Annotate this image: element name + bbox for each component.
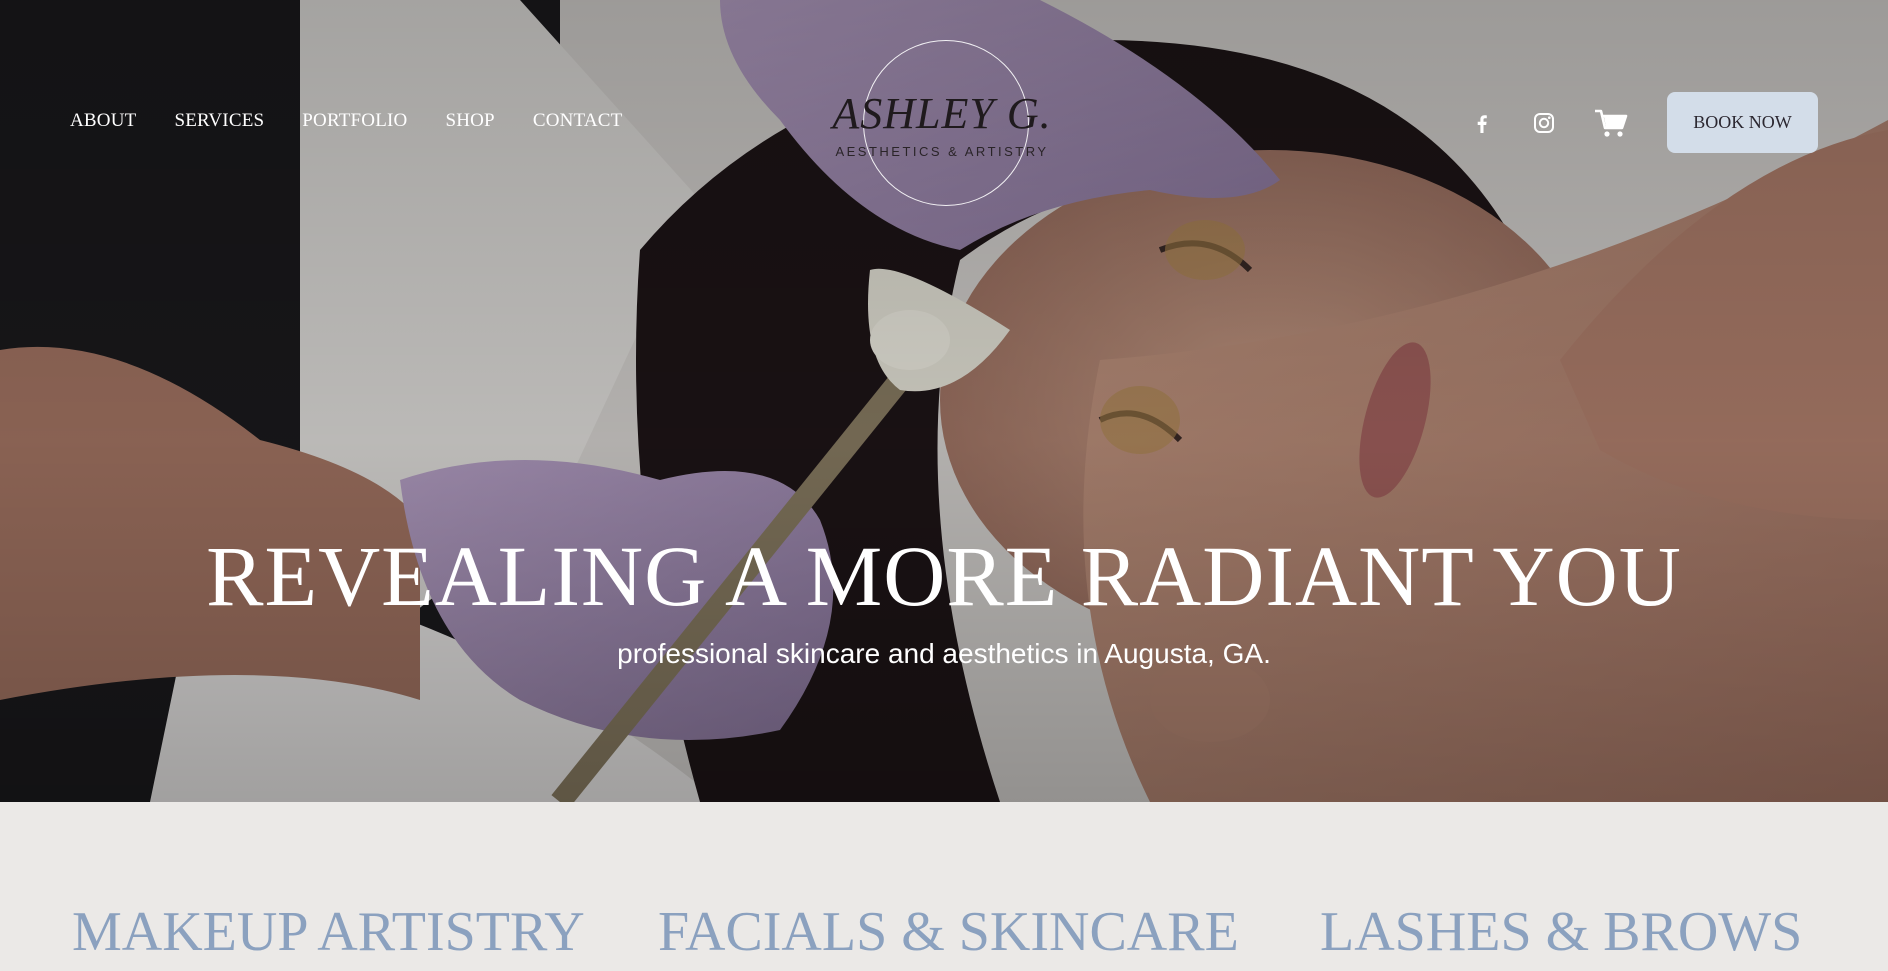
site-logo[interactable]: ASHLEY G. AESTHETICS & ARTISTRY	[827, 38, 1057, 208]
logo-name: ASHLEY G.	[832, 89, 1052, 138]
book-now-button[interactable]: BOOK NOW	[1667, 92, 1818, 153]
service-makeup-artistry[interactable]: MAKEUP ARTISTRY	[72, 900, 585, 964]
logo-tagline: AESTHETICS & ARTISTRY	[835, 144, 1049, 159]
facebook-icon[interactable]	[1470, 111, 1494, 135]
cart-icon[interactable]	[1594, 108, 1628, 138]
instagram-icon[interactable]	[1532, 111, 1556, 135]
hero-subline: professional skincare and aesthetics in …	[617, 638, 1271, 669]
nav-portfolio[interactable]: PORTFOLIO	[302, 110, 407, 132]
nav-contact[interactable]: CONTACT	[533, 110, 623, 132]
hero-section: ABOUT SERVICES PORTFOLIO SHOP CONTACT AS…	[0, 0, 1888, 802]
header-icons	[1470, 108, 1628, 138]
hero-headline: REVEALING A MORE RADIANT YOU	[206, 528, 1682, 624]
main-nav: ABOUT SERVICES PORTFOLIO SHOP CONTACT	[70, 110, 622, 132]
nav-services[interactable]: SERVICES	[174, 110, 264, 132]
service-facials-skincare[interactable]: FACIALS & SKINCARE	[658, 900, 1239, 964]
nav-shop[interactable]: SHOP	[445, 110, 494, 132]
nav-about[interactable]: ABOUT	[70, 110, 136, 132]
service-lashes-brows[interactable]: LASHES & BROWS	[1320, 900, 1802, 964]
services-section: MAKEUP ARTISTRY FACIALS & SKINCARE LASHE…	[0, 802, 1888, 971]
